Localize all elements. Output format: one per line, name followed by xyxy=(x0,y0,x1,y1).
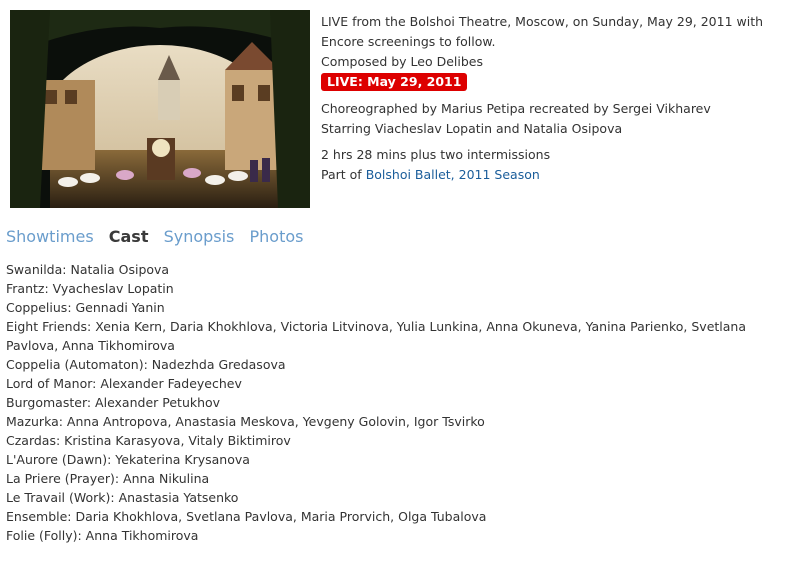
choreography-credit: Choreographed by Marius Petipa recreated… xyxy=(321,101,711,116)
cast-item: Burgomaster: Alexander Petukhov xyxy=(6,395,221,410)
cast-item: Le Travail (Work): Anastasia Yatsenko xyxy=(6,490,239,505)
tab-showtimes[interactable]: Showtimes xyxy=(6,227,94,246)
series-link[interactable]: Bolshoi Ballet, 2011 Season xyxy=(366,167,540,182)
cast-item: Frantz: Vyacheslav Lopatin xyxy=(6,281,174,296)
performance-photo xyxy=(10,10,310,208)
cast-item: La Priere (Prayer): Anna Nikulina xyxy=(6,471,210,486)
cast-item: L'Aurore (Dawn): Yekaterina Krysanova xyxy=(6,452,250,467)
starring-credit: Starring Viacheslav Lopatin and Natalia … xyxy=(321,121,623,136)
cast-item: Swanilda: Natalia Osipova xyxy=(6,262,170,277)
detail-tabs: Showtimes Cast Synopsis Photos xyxy=(6,226,313,248)
performance-headline: LIVE from the Bolshoi Theatre, Moscow, o… xyxy=(321,14,764,49)
cast-item: Eight Friends: Xenia Kern, Daria Khokhlo… xyxy=(6,319,747,353)
duration-text: 2 hrs 28 mins plus two intermissions xyxy=(321,147,551,162)
tab-photos[interactable]: Photos xyxy=(249,227,303,246)
cast-item: Coppelia (Automaton): Nadezhda Gredasova xyxy=(6,357,286,372)
part-of-prefix: Part of xyxy=(321,167,362,182)
tab-cast[interactable]: Cast xyxy=(109,227,149,246)
cast-list: Swanilda: Natalia Osipova Frantz: Vyache… xyxy=(6,260,792,545)
composer-credit: Composed by Leo Delibes xyxy=(321,54,484,69)
cast-item: Ensemble: Daria Khokhlova, Svetlana Pavl… xyxy=(6,509,487,524)
cast-item: Folie (Folly): Anna Tikhomirova xyxy=(6,528,199,543)
cast-item: Czardas: Kristina Karasyova, Vitaly Bikt… xyxy=(6,433,291,448)
live-date-badge: LIVE: May 29, 2011 xyxy=(321,73,468,91)
cast-item: Mazurka: Anna Antropova, Anastasia Mesko… xyxy=(6,414,485,429)
tab-synopsis[interactable]: Synopsis xyxy=(164,227,235,246)
series-line: Part of Bolshoi Ballet, 2011 Season xyxy=(321,165,791,185)
performance-info: LIVE from the Bolshoi Theatre, Moscow, o… xyxy=(321,12,791,185)
cast-item: Coppelius: Gennadi Yanin xyxy=(6,300,165,315)
cast-item: Lord of Manor: Alexander Fadeyechev xyxy=(6,376,242,391)
